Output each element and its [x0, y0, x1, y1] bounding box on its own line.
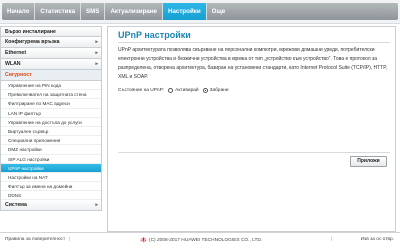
- security-submenu: Управление на PIN кода Превключвател на …: [0, 81, 102, 201]
- sidebar-item-pin-management[interactable]: Управление на PIN кода: [1, 81, 101, 91]
- tab-sms[interactable]: SMS: [81, 3, 106, 20]
- huawei-logo-icon: [140, 237, 147, 243]
- sidebar-item-label: Ethernet: [5, 50, 27, 56]
- tab-statistics[interactable]: Статистика: [35, 3, 82, 20]
- sidebar-item-virtual-server[interactable]: Виртуален сървър: [1, 126, 101, 137]
- upnp-description: UPnP архитектурата позволява свързване н…: [118, 47, 388, 80]
- footer-separator: |: [69, 237, 71, 242]
- top-bar: Начало Статистика SMS Актуализиране Наст…: [0, 0, 400, 24]
- chevron-right-icon: ▸: [95, 202, 98, 209]
- settings-sidebar: Бързо инсталиране Конфигурема връзка ▸ Et…: [0, 26, 102, 212]
- chevron-right-icon: ▸: [95, 39, 98, 45]
- upnp-status-label: Състояние на UPnP:: [118, 88, 165, 93]
- upnp-status-row: Състояние на UPnP: Активирай Забрани: [118, 86, 233, 95]
- sidebar-group-label: Сигурност: [5, 72, 32, 78]
- form-divider: [118, 152, 390, 153]
- sidebar-item-service-access[interactable]: Управление на достъпа до услуги: [1, 117, 101, 127]
- tab-update[interactable]: Актуализиране: [105, 3, 164, 20]
- enable-radio-label[interactable]: Активирай: [175, 88, 198, 93]
- sidebar-item-domain-filter[interactable]: Филтър за имена на домейни: [1, 182, 101, 192]
- title-divider: [118, 42, 390, 43]
- privacy-policy-link[interactable]: Правила за поверителност: [5, 237, 65, 242]
- sidebar-item-sip-alg[interactable]: SIP ALG настройки: [1, 154, 101, 164]
- page-title: UPnP настройки: [118, 30, 191, 40]
- sidebar-item-label: WLAN: [5, 61, 21, 67]
- tab-settings[interactable]: Настройки: [163, 3, 207, 20]
- sidebar-item-special-apps[interactable]: Специални приложения: [1, 136, 101, 146]
- sidebar-item-mac-filter[interactable]: Филтриране по MAC адреси: [1, 99, 101, 109]
- sidebar-item-nat[interactable]: Настройки на NAT: [1, 172, 101, 183]
- sidebar-item-dmz[interactable]: DMZ настройки: [1, 145, 101, 155]
- main-nav: Начало Статистика SMS Актуализиране Наст…: [2, 3, 398, 20]
- sidebar-item-wlan[interactable]: WLAN ▸: [0, 59, 102, 70]
- sidebar-item-ddns[interactable]: DDNS: [1, 191, 101, 201]
- enable-radio[interactable]: [168, 88, 174, 93]
- footer: Правила за поверителност | (C) 2006-2017…: [0, 232, 400, 248]
- sidebar-item-system[interactable]: Система ▸: [0, 200, 102, 212]
- apply-button[interactable]: Приложи: [350, 156, 387, 167]
- sidebar-item-dialup[interactable]: Конфигурема връзка ▸: [0, 37, 102, 48]
- about-link[interactable]: Изв за ос отвр.: [361, 237, 394, 242]
- footer-separator: |: [331, 237, 333, 242]
- sidebar-item-firewall-switch[interactable]: Превключвател на защитната стена: [1, 90, 101, 100]
- sidebar-item-ethernet[interactable]: Ethernet ▸: [0, 48, 102, 59]
- sidebar-item-lan-ip-filter[interactable]: LAN IP филтър: [1, 108, 101, 118]
- sidebar-item-label: Конфигурема връзка: [5, 39, 60, 45]
- sidebar-group-security[interactable]: Сигурност: [0, 70, 102, 81]
- sidebar-item-label: Бързо инсталиране: [5, 29, 56, 35]
- disable-radio[interactable]: [202, 88, 208, 93]
- copyright: (C) 2006-2017 HUAWEI TECHNOLOGIES CO., L…: [140, 237, 262, 243]
- sidebar-item-label: Система: [5, 202, 27, 209]
- chevron-right-icon: ▸: [95, 50, 98, 56]
- tab-home[interactable]: Начало: [2, 3, 36, 20]
- sidebar-item-upnp[interactable]: UPnP настройки: [1, 163, 101, 173]
- tab-more[interactable]: Още: [207, 3, 230, 20]
- disable-radio-label[interactable]: Забрани: [210, 88, 229, 93]
- sidebar-item-quick-setup[interactable]: Бързо инсталиране: [0, 26, 102, 37]
- chevron-right-icon: ▸: [95, 61, 98, 67]
- upnp-settings-panel: UPnP настройки UPnP архитектурата позвол…: [107, 26, 396, 232]
- copyright-text: (C) 2006-2017 HUAWEI TECHNOLOGIES CO., L…: [149, 237, 263, 243]
